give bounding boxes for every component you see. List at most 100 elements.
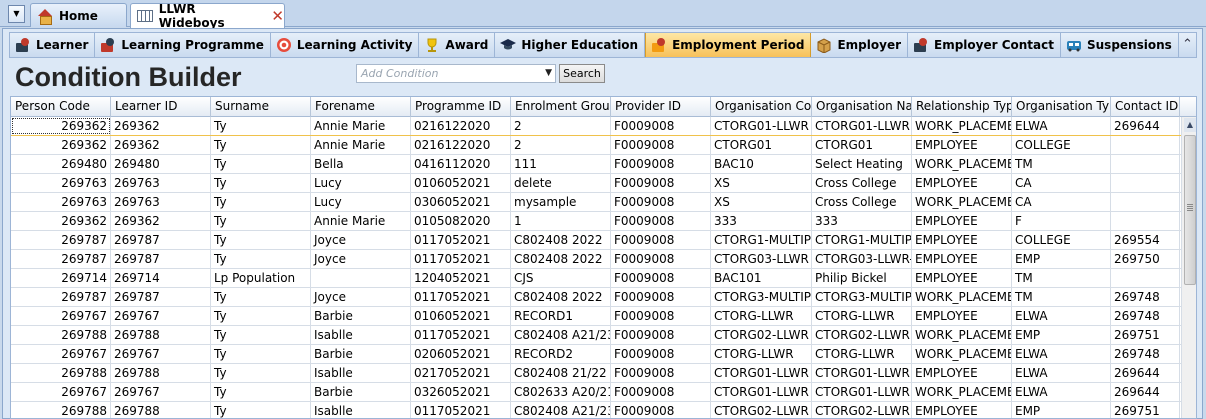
table-cell[interactable]: 269362 [111,117,211,135]
table-cell[interactable]: BAC101 [711,269,812,287]
table-cell[interactable]: TM [1012,155,1111,173]
tab-higher-education[interactable]: Higher Education [495,33,646,57]
table-cell[interactable] [1111,193,1180,211]
table-cell[interactable]: 0216122020 [411,136,511,154]
table-cell[interactable]: 1204052021 [411,269,511,287]
table-cell[interactable]: C802633 A20/21 [511,383,611,401]
table-cell[interactable]: EMP [1012,250,1111,268]
table-cell[interactable]: CTORG3-MULTIPLE [711,288,812,306]
table-cell[interactable]: 0117052021 [411,326,511,344]
table-cell[interactable]: 269644 [1111,364,1180,382]
table-cell[interactable]: F0009008 [611,136,711,154]
table-cell[interactable]: Annie Marie [311,212,411,230]
table-cell[interactable] [1111,155,1180,173]
table-row[interactable]: 269763 269763 Ty Lucy 0306052021 mysample F000… [11,193,1181,212]
table-cell[interactable]: EMPLOYEE [912,307,1012,325]
table-cell[interactable]: Ty [211,383,311,401]
table-cell[interactable]: 111 [511,155,611,173]
table-cell[interactable]: 269763 [11,174,111,192]
search-button[interactable]: Search [559,64,605,83]
table-cell[interactable]: 269644 [1111,117,1180,135]
table-cell[interactable]: 0206052021 [411,345,511,363]
table-cell[interactable]: CJS [511,269,611,287]
table-cell[interactable]: EMPLOYEE [912,212,1012,230]
table-cell[interactable]: CTORG-LLWR [812,307,912,325]
table-row[interactable]: 269788 269788 Ty Isablle 0217052021 C802408 2… [11,364,1181,383]
table-cell[interactable]: delete [511,174,611,192]
table-cell[interactable]: 269788 [111,402,211,418]
table-cell[interactable]: ELWA [1012,307,1111,325]
table-cell[interactable]: Lucy [311,193,411,211]
table-cell[interactable]: 0117052021 [411,288,511,306]
table-cell[interactable]: COLLEGE [1012,136,1111,154]
table-cell[interactable]: Ty [211,193,311,211]
table-cell[interactable]: mysample [511,193,611,211]
table-cell[interactable]: Isablle [311,326,411,344]
table-cell[interactable]: F0009008 [611,231,711,249]
table-cell[interactable]: EMPLOYEE [912,136,1012,154]
table-row[interactable]: 269767 269767 Ty Barbie 0106052021 RECORD1 F00… [11,307,1181,326]
table-cell[interactable]: F0009008 [611,402,711,418]
table-cell[interactable]: 0117052021 [411,250,511,268]
table-row[interactable]: 269362 269362 Ty Annie Marie 0105082020 1 F000… [11,212,1181,231]
table-row[interactable]: 269714 269714 Lp Population 1204052021 CJS F0… [11,269,1181,288]
collapse-chevron-icon[interactable]: ⌃ [1179,33,1196,57]
table-cell[interactable]: CTORG3-MULTIPLE [812,288,912,306]
table-cell[interactable]: ELWA [1012,345,1111,363]
table-cell[interactable]: 269767 [11,307,111,325]
table-cell[interactable]: 269748 [1111,288,1180,306]
column-header-contact-id[interactable]: Contact ID [1111,97,1180,117]
table-cell[interactable]: CTORG01-LLWR [812,383,912,401]
table-cell[interactable]: Cross College [812,193,912,211]
table-row[interactable]: 269767 269767 Ty Barbie 0206052021 RECORD2 F00… [11,345,1181,364]
table-cell[interactable]: 269554 [1111,231,1180,249]
table-cell[interactable]: XS [711,193,812,211]
table-cell[interactable]: F0009008 [611,212,711,230]
table-cell[interactable]: F0009008 [611,269,711,287]
table-cell[interactable]: Ty [211,117,311,135]
table-cell[interactable]: CTORG1-MULTIPLE [711,231,812,249]
table-cell[interactable]: 0105082020 [411,212,511,230]
table-cell[interactable]: EMPLOYEE [912,250,1012,268]
add-condition-dropdown[interactable]: Add Condition ▼ [356,64,556,83]
table-cell[interactable]: EMPLOYEE [912,364,1012,382]
table-row[interactable]: 269787 269787 Ty Joyce 0117052021 C802408 202… [11,288,1181,307]
table-cell[interactable]: CTORG02-LLWR [711,326,812,344]
table-cell[interactable]: C802408 A21/23 [511,402,611,418]
table-cell[interactable]: Bella [311,155,411,173]
table-row[interactable]: 269763 269763 Ty Lucy 0106052021 delete F00090… [11,174,1181,193]
table-cell[interactable]: WORK_PLACEMENT [912,326,1012,344]
table-cell[interactable]: CTORG03-LLWR [711,250,812,268]
table-row[interactable]: 269362 269362 Ty Annie Marie 0216122020 2 F000… [11,117,1181,136]
table-cell[interactable]: RECORD1 [511,307,611,325]
table-cell[interactable]: F0009008 [611,345,711,363]
table-cell[interactable]: EMPLOYEE [912,402,1012,418]
table-cell[interactable]: Barbie [311,345,411,363]
table-cell[interactable]: C802408 2022 [511,250,611,268]
table-cell[interactable]: Joyce [311,231,411,249]
table-cell[interactable]: 0326052021 [411,383,511,401]
table-cell[interactable]: C802408 A21/23 [511,326,611,344]
table-cell[interactable]: 269788 [111,326,211,344]
table-cell[interactable]: 269787 [111,250,211,268]
table-cell[interactable]: F0009008 [611,155,711,173]
tab-home[interactable]: Home [30,3,127,27]
table-row[interactable]: 269480 269480 Ty Bella 0416112020 111 F0009008… [11,155,1181,174]
table-cell[interactable]: F0009008 [611,193,711,211]
table-cell[interactable]: XS [711,174,812,192]
table-cell[interactable]: 269787 [111,288,211,306]
table-cell[interactable]: 269763 [11,193,111,211]
table-cell[interactable]: ELWA [1012,117,1111,135]
table-cell[interactable]: 269362 [11,136,111,154]
table-cell[interactable]: 269767 [11,383,111,401]
table-cell[interactable]: 269362 [11,212,111,230]
table-row[interactable]: 269788 269788 Ty Isablle 0117052021 C802408 A… [11,326,1181,345]
table-cell[interactable]: 0117052021 [411,231,511,249]
table-cell[interactable]: ELWA [1012,364,1111,382]
table-cell[interactable]: 269748 [1111,345,1180,363]
table-cell[interactable]: CTORG01-LLWR [812,117,912,135]
column-header-organisation-code[interactable]: Organisation Code [711,97,812,117]
column-header-person-code[interactable]: Person Code [11,97,111,117]
table-cell[interactable]: 0306052021 [411,193,511,211]
table-cell[interactable]: Barbie [311,307,411,325]
